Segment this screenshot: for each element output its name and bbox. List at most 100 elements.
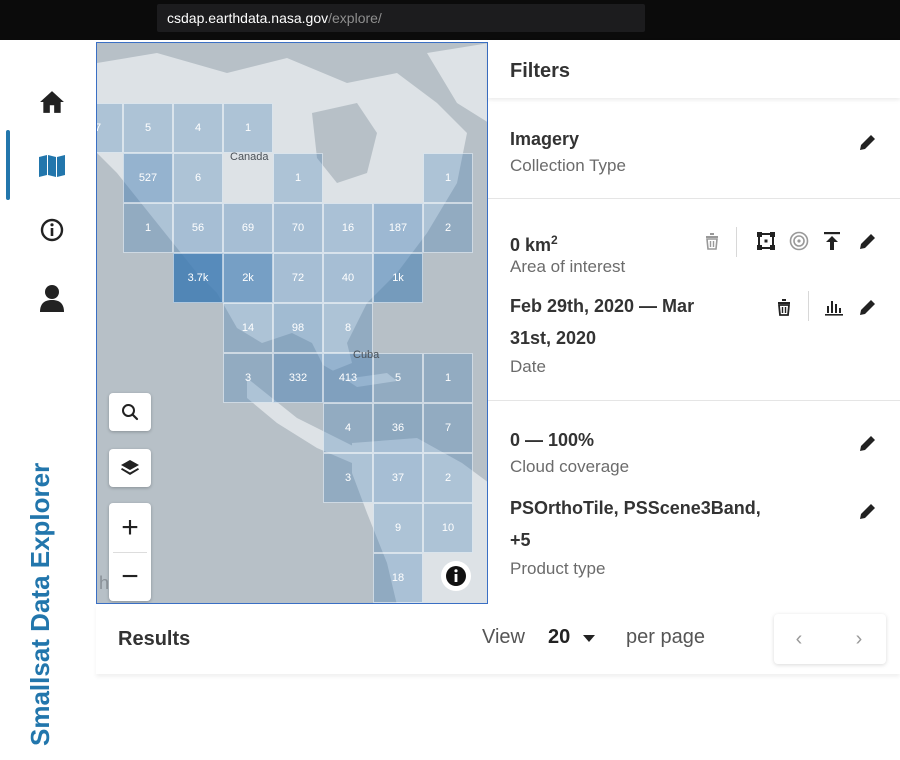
pencil-icon <box>860 300 875 315</box>
map-tile[interactable]: 187 <box>373 203 423 253</box>
user-icon <box>40 285 64 312</box>
map-tile[interactable]: 332 <box>273 353 323 403</box>
map-tile[interactable]: 16 <box>323 203 373 253</box>
map-tile[interactable]: 8 <box>323 303 373 353</box>
clear-aoi-button[interactable] <box>700 229 724 253</box>
map-tile[interactable]: 70 <box>273 203 323 253</box>
target-icon <box>789 231 809 251</box>
histogram-icon <box>825 301 843 316</box>
clear-date-button[interactable] <box>772 295 796 319</box>
map-tile[interactable]: 6 <box>173 153 223 203</box>
map-tile[interactable]: 5 <box>373 353 423 403</box>
map-tile[interactable]: 7 <box>97 103 123 153</box>
map-tile[interactable]: 98 <box>273 303 323 353</box>
nav-map[interactable] <box>30 144 74 188</box>
map-tile[interactable]: 56 <box>173 203 223 253</box>
map-label-partial: h <box>99 573 110 593</box>
map-tile[interactable]: 1k <box>373 253 423 303</box>
zoom-out-icon: − <box>121 559 139 593</box>
map-tile[interactable]: 1 <box>273 153 323 203</box>
edit-aoi-button[interactable] <box>856 229 880 253</box>
url-host: csdap.earthdata.nasa.gov <box>167 10 329 26</box>
map-label-cuba: Cuba <box>353 349 380 361</box>
map-tile[interactable]: 40 <box>323 253 373 303</box>
date-histogram-button[interactable] <box>822 295 846 319</box>
zoom-in-icon: + <box>121 510 139 544</box>
map-tile[interactable]: 1 <box>423 153 473 203</box>
map-tile[interactable]: 10 <box>423 503 473 553</box>
filter-aoi-date: 0 km2 Area of interest Feb 29th, 2020 — … <box>488 198 900 400</box>
map-tile[interactable]: 1 <box>123 203 173 253</box>
collection-type-value: Imagery <box>510 129 580 149</box>
next-page-button[interactable]: › <box>844 626 874 652</box>
url-text[interactable]: csdap.earthdata.nasa.gov/explore/ <box>167 10 382 26</box>
nav-active-indicator <box>6 130 10 200</box>
zoom-controls: + − <box>109 503 151 601</box>
map-layers-button[interactable] <box>109 449 151 487</box>
map-tile[interactable]: 37 <box>373 453 423 503</box>
nav-home[interactable] <box>30 80 74 124</box>
view-label: View <box>482 626 525 648</box>
product-type-value-line1: PSOrthoTile, PSScene3Band, <box>510 498 761 518</box>
zoom-out-button[interactable]: − <box>109 552 151 601</box>
map-search-button[interactable] <box>109 393 151 431</box>
bounding-box-icon <box>757 232 775 250</box>
map-info-button[interactable] <box>441 561 471 591</box>
map-tile[interactable]: 527 <box>123 153 173 203</box>
caret-down-icon <box>582 634 595 642</box>
map-tile[interactable]: 2 <box>423 203 473 253</box>
map-tile[interactable]: 2 <box>423 453 473 503</box>
info-icon <box>40 218 64 242</box>
edit-collection-type-button[interactable] <box>856 130 880 154</box>
map-tile[interactable]: 2k <box>223 253 273 303</box>
map-tile[interactable]: 3 <box>223 353 273 403</box>
select-region-button[interactable] <box>787 229 811 253</box>
cloud-coverage-value: 0 — 100% <box>510 430 595 450</box>
zoom-in-button[interactable]: + <box>109 503 151 552</box>
date-value-line1: Feb 29th, 2020 — Mar <box>510 296 695 316</box>
home-icon <box>40 91 64 113</box>
pencil-icon <box>860 436 875 451</box>
map-tile[interactable]: 4 <box>323 403 373 453</box>
filters-panel: Filters Imagery Collection Type 0 km2 Ar… <box>488 40 900 602</box>
map-tile[interactable]: 4 <box>173 103 223 153</box>
aoi-value: 0 km2 <box>510 227 558 258</box>
browser-url-bar: csdap.earthdata.nasa.gov/explore/ <box>0 0 900 40</box>
nav-about[interactable] <box>30 208 74 252</box>
upload-icon <box>824 232 840 250</box>
per-page-select[interactable]: 20 <box>548 626 596 649</box>
aoi-separator <box>736 227 737 257</box>
map-tile[interactable]: 3.7k <box>173 253 223 303</box>
draw-bbox-button[interactable] <box>754 229 778 253</box>
upload-aoi-button[interactable] <box>820 229 844 253</box>
date-separator <box>808 291 809 321</box>
product-type-value-line2: +5 <box>510 530 531 550</box>
results-title: Results <box>118 628 191 650</box>
map-tile[interactable]: 18 <box>373 553 423 603</box>
nav-account[interactable] <box>30 276 74 320</box>
aoi-caption: Area of interest <box>510 257 626 276</box>
filter-cloud-product: 0 — 100% Cloud coverage PSOrthoTile, PSS… <box>488 400 900 602</box>
map-tile[interactable]: 69 <box>223 203 273 253</box>
map-view[interactable]: 754152761115669701618723.7k2k72401k14988… <box>96 42 488 604</box>
map-tile[interactable]: 72 <box>273 253 323 303</box>
previous-page-button[interactable]: ‹ <box>784 626 814 652</box>
trash-icon <box>778 299 790 316</box>
map-tile[interactable]: 1 <box>423 353 473 403</box>
map-tile[interactable]: 1 <box>223 103 273 153</box>
map-tile[interactable]: 3 <box>323 453 373 503</box>
app-brand: Smallsat Data Explorer <box>25 462 55 746</box>
map-tile[interactable]: 36 <box>373 403 423 453</box>
map-tile[interactable]: 14 <box>223 303 273 353</box>
url-path: /explore/ <box>328 10 382 26</box>
edit-cloud-coverage-button[interactable] <box>856 431 880 455</box>
map-tile[interactable]: 7 <box>423 403 473 453</box>
filters-title: Filters <box>510 60 571 82</box>
per-page-value: 20 <box>548 626 571 648</box>
edit-product-type-button[interactable] <box>856 499 880 523</box>
pagination: ‹ › <box>774 614 886 664</box>
edit-date-button[interactable] <box>856 295 880 319</box>
map-tile[interactable]: 9 <box>373 503 423 553</box>
aoi-unit-sup: 2 <box>551 233 558 247</box>
map-tile[interactable]: 5 <box>123 103 173 153</box>
